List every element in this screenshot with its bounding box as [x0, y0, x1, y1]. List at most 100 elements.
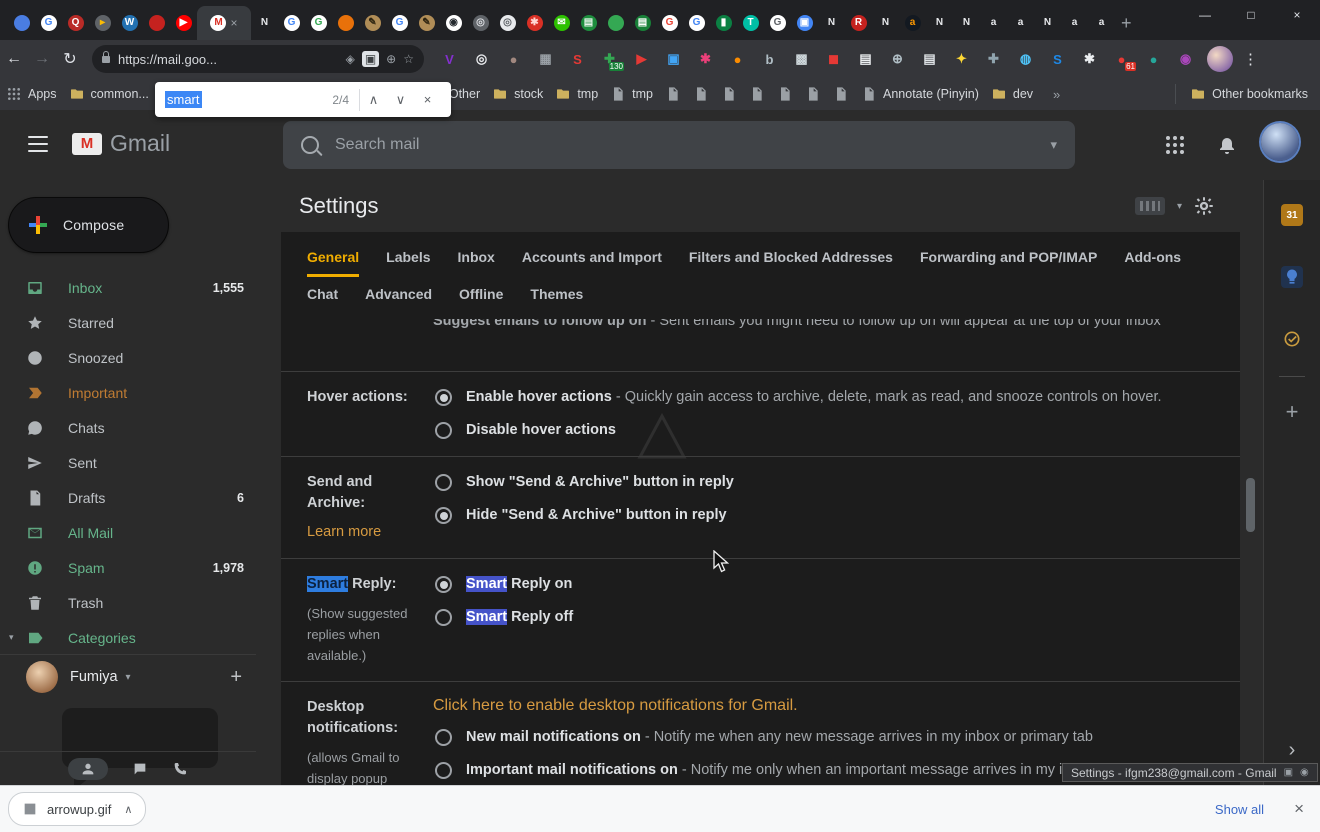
extension-icon[interactable]: ▦: [532, 46, 559, 72]
extension-icon[interactable]: ▶: [628, 46, 655, 72]
settings-tab-inbox[interactable]: Inbox: [458, 240, 495, 277]
bookmark-item[interactable]: [721, 86, 737, 102]
reload-button[interactable]: ↻: [56, 49, 84, 69]
sidebar-item-chats[interactable]: Chats: [0, 410, 256, 445]
extension-icon[interactable]: ✦: [948, 46, 975, 72]
sidebar-item-sent[interactable]: Sent: [0, 445, 256, 480]
browser-tab[interactable]: ◉: [440, 6, 467, 40]
find-previous-icon[interactable]: ∧: [360, 92, 387, 108]
zoom-icon[interactable]: ⊕: [386, 52, 396, 66]
sidebar-item-starred[interactable]: Starred: [0, 305, 256, 340]
minimize-button[interactable]: —: [1182, 0, 1228, 32]
browser-tab[interactable]: W: [116, 6, 143, 40]
tasks-icon[interactable]: [1281, 328, 1303, 350]
browser-tab[interactable]: M×: [197, 6, 251, 40]
browser-menu-icon[interactable]: ⋮: [1243, 50, 1258, 68]
sidebar-item-inbox[interactable]: Inbox1,555: [0, 270, 256, 305]
radio-show-send-archive[interactable]: [435, 474, 452, 491]
browser-tab[interactable]: ▤: [575, 6, 602, 40]
bookmarks-overflow-icon[interactable]: »: [1053, 87, 1060, 102]
bookmark-item[interactable]: [777, 86, 793, 102]
sidebar-item-spam[interactable]: Spam1,978: [0, 550, 256, 585]
extension-icon[interactable]: ◎: [468, 46, 495, 72]
browser-tab[interactable]: G: [764, 6, 791, 40]
back-button[interactable]: ←: [0, 50, 28, 68]
browser-profile-avatar[interactable]: [1207, 46, 1233, 72]
browser-tab[interactable]: a: [980, 6, 1007, 40]
sidebar-item-categories[interactable]: ▾Categories: [0, 620, 256, 655]
tab-close-icon[interactable]: ×: [230, 17, 237, 29]
address-bar[interactable]: https://mail.goo... ◈ ▣ ⊕ ☆: [92, 45, 424, 73]
browser-tab[interactable]: ▶: [170, 6, 197, 40]
input-tools-icon[interactable]: [1135, 197, 1165, 215]
extension-icon[interactable]: ▤: [916, 46, 943, 72]
browser-tab[interactable]: ✱: [521, 6, 548, 40]
input-tools-caret-icon[interactable]: ▾: [1177, 201, 1182, 212]
bookmark-item[interactable]: stock: [492, 86, 543, 102]
keep-icon[interactable]: [1281, 266, 1303, 288]
browser-tab[interactable]: ▤: [629, 6, 656, 40]
browser-tab[interactable]: ✎: [359, 6, 386, 40]
notifications-bell-icon[interactable]: [1215, 132, 1239, 156]
radio-important-mail-notifications[interactable]: [435, 762, 452, 779]
extension-icon[interactable]: V: [436, 46, 463, 72]
compose-button[interactable]: Compose: [9, 198, 168, 252]
extension-icon[interactable]: ✱: [1076, 46, 1103, 72]
sidebar-item-snoozed[interactable]: Snoozed: [0, 340, 256, 375]
settings-tab-themes[interactable]: Themes: [530, 277, 583, 311]
account-avatar[interactable]: [1261, 123, 1299, 161]
new-tab-button[interactable]: +: [1121, 13, 1132, 34]
extension-icon[interactable]: ▩: [788, 46, 815, 72]
window-close-button[interactable]: ×: [1274, 0, 1320, 32]
radio-new-mail-notifications[interactable]: [435, 729, 452, 746]
extension-icon[interactable]: ✚130: [596, 46, 623, 72]
add-contact-icon[interactable]: +: [230, 666, 242, 689]
search-icon[interactable]: [301, 136, 319, 154]
forward-button[interactable]: →: [28, 50, 56, 68]
settings-tab-labels[interactable]: Labels: [386, 240, 430, 277]
browser-tab[interactable]: G: [278, 6, 305, 40]
bookmark-item[interactable]: tmp: [555, 86, 598, 102]
browser-tab[interactable]: [602, 6, 629, 40]
extension-icon[interactable]: ◍: [1012, 46, 1039, 72]
extension-icon[interactable]: ◉: [1172, 46, 1199, 72]
browser-tab[interactable]: [143, 6, 170, 40]
browser-tab[interactable]: [332, 6, 359, 40]
bookmark-item[interactable]: Annotate (Pinyin): [861, 86, 979, 102]
search-input[interactable]: Search mail ▾: [283, 121, 1075, 169]
profile-caret-icon[interactable]: ▾: [126, 672, 131, 683]
bookmark-item[interactable]: [833, 86, 849, 102]
extension-icon[interactable]: ⊕: [884, 46, 911, 72]
extension-icon[interactable]: ◼: [820, 46, 847, 72]
radio-smart-reply-on[interactable]: [435, 576, 452, 593]
sidebar-item-important[interactable]: Important: [0, 375, 256, 410]
browser-tab[interactable]: G: [35, 6, 62, 40]
option-enable-hover[interactable]: Enable hover actions - Quickly gain acce…: [433, 387, 1214, 408]
radio-disable-hover[interactable]: [435, 422, 452, 439]
option-smart-reply-on[interactable]: Smart Reply on: [433, 574, 1214, 595]
find-close-icon[interactable]: ×: [414, 92, 441, 107]
settings-tab-offline[interactable]: Offline: [459, 277, 503, 311]
bookmark-star-icon[interactable]: ☆: [403, 52, 414, 66]
bookmark-item[interactable]: [749, 86, 765, 102]
gear-icon[interactable]: [1194, 196, 1214, 216]
option-disable-hover[interactable]: Disable hover actions: [433, 420, 1214, 441]
browser-tab[interactable]: N: [872, 6, 899, 40]
main-menu-icon[interactable]: [28, 136, 48, 152]
bookmark-item[interactable]: tmp: [610, 86, 653, 102]
sidebar-item-trash[interactable]: Trash: [0, 585, 256, 620]
show-all-downloads-button[interactable]: Show all: [1215, 802, 1264, 817]
settings-tab-general[interactable]: General: [307, 240, 359, 277]
browser-tab[interactable]: N: [926, 6, 953, 40]
bookmark-item[interactable]: [665, 86, 681, 102]
option-hide-send-archive[interactable]: Hide "Send & Archive" button in reply: [433, 505, 1214, 526]
browser-tab[interactable]: a: [1088, 6, 1115, 40]
option-smart-reply-off[interactable]: Smart Reply off: [433, 607, 1214, 628]
phone-tab-icon[interactable]: [172, 761, 188, 777]
settings-tab-accounts-and-import[interactable]: Accounts and Import: [522, 240, 662, 277]
browser-tab[interactable]: N: [1034, 6, 1061, 40]
extension-icon[interactable]: ●61: [1108, 46, 1135, 72]
browser-tab[interactable]: G: [656, 6, 683, 40]
settings-tab-filters-and-blocked-addresses[interactable]: Filters and Blocked Addresses: [689, 240, 893, 277]
add-addon-icon[interactable]: +: [1264, 399, 1320, 425]
